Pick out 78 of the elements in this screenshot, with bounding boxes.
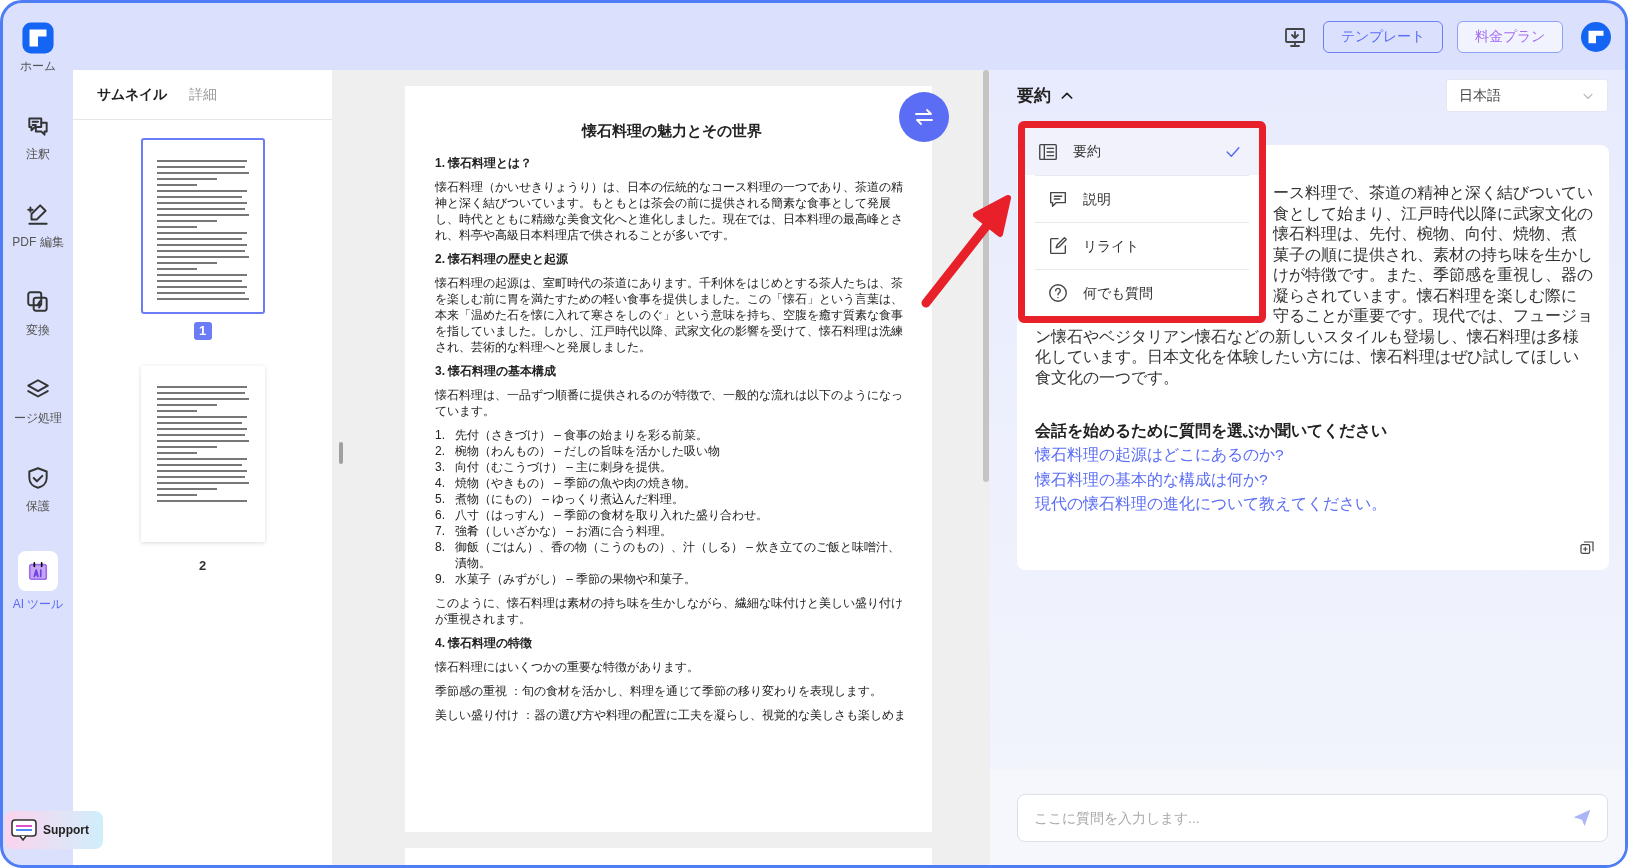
language-select[interactable]: 日本語	[1446, 79, 1608, 112]
summary-line: 食文化の一つです。	[1035, 367, 1179, 388]
mode-selector[interactable]: 要約	[1017, 79, 1075, 112]
panel-tab[interactable]: サムネイル	[97, 84, 167, 105]
question-icon	[1047, 282, 1069, 304]
paragraph: 懐石料理（かいせきりょうり）は、日本の伝統的なコース料理の一つであり、茶道の精神と深く結びついています。もともとは茶会の前に提供される簡素な食事として発展し、時代とともに精緻な美食文化へと進化しました。現在では、日本料理の最高峰とされ、料亭や高級日本料理店で供されることが多いです。	[435, 178, 904, 243]
rail-item[interactable]: 変換	[25, 279, 51, 367]
list-item-text: 先付（さきづけ） – 食事の始まりを彩る前菜。	[455, 426, 709, 443]
swap-button[interactable]	[899, 92, 949, 142]
paragraph: 懐石料理にはいくつかの重要な特徴があります。	[435, 658, 700, 675]
paragraph: 懐石料理の起源は、室町時代の茶道にあります。千利休をはじめとする茶人たちは、茶を楽しむ前に胃を満たすための軽い食事を提供しました。この「懐石」という言葉は、本来「温めた石を懐に入れて寒さをしのぐ」という意味を持ち、空腹を癒す質素な食事を指していました。しかし、江戸時代以降、武家文化の影響を受けて、懐石料理は洗練され、芸術的な料理へと発展しました。	[435, 274, 904, 355]
menu-item[interactable]: 何でも質問	[1035, 269, 1249, 316]
list-item-text: 焼物（やきもの） – 季節の魚や肉の焼き物。	[455, 474, 697, 491]
menu-item[interactable]: 要約	[1025, 128, 1259, 175]
list-item-text: 向付（むこうづけ） – 主に刺身を提供。	[455, 458, 673, 475]
list-item-text: 強肴（しいざかな） – お酒に合う料理。	[455, 522, 673, 539]
template-button[interactable]: テンプレート	[1323, 20, 1443, 53]
page-thumbnail[interactable]	[140, 138, 265, 314]
section-heading: 4. 懐石料理の特徴	[435, 634, 534, 651]
list-number: 8.	[435, 538, 446, 556]
section-heading: 3. 懐石料理の基本構成	[435, 362, 558, 379]
summary-line: 守ることが重要です。現代では、フュージョ	[1273, 306, 1593, 326]
rail-item[interactable]: PDF 編集	[12, 191, 64, 279]
list-number: 7.	[435, 522, 446, 539]
question-input[interactable]: ここに質問を入力します...	[1017, 794, 1608, 842]
section-heading: 2. 懐石料理の歴史と起源	[435, 250, 570, 267]
list-number: 2.	[435, 442, 446, 459]
paragraph: 美しい盛り付け ：器の選び方や料理の配置に工夫を凝らし、視覚的な美しさも楽しめま	[435, 706, 908, 723]
list-item-text: 椀物（わんもの） – だしの旨味を活かした吸い物	[455, 442, 721, 459]
ai-icon	[27, 560, 49, 582]
logo-icon[interactable]	[1581, 21, 1611, 52]
list-number: 3.	[435, 458, 446, 475]
summary-line: ン懐石やベジタリアン懐石などの新しいスタイルも登場し、懐石料理は多様	[1035, 326, 1579, 347]
suggestion-link[interactable]: 懐石料理の基本的な構成は何か?	[1035, 467, 1268, 492]
suggestion-link[interactable]: 懐石料理の起源はどこにあるのか?	[1035, 443, 1284, 468]
section-heading: 1. 懐石料理とは？	[435, 154, 534, 171]
copy-icon	[1579, 540, 1595, 556]
suggestion-link[interactable]: 現代の懐石料理の進化について教えてください。	[1035, 492, 1387, 517]
menu-item[interactable]: リライト	[1035, 222, 1249, 269]
page-number: 1	[193, 322, 212, 340]
summary-line: 凝らされています。懐石料理を楽しむ際に	[1273, 285, 1577, 306]
summary-line: けが特徴です。また、季節感を重視し、器の	[1273, 265, 1593, 285]
summary-line: 食として始まり、江戸時代以降に武家文化の	[1273, 203, 1593, 224]
rail-item[interactable]: ージ処理	[14, 367, 62, 455]
list-item-text: 八寸（はっすん） – 季節の食材を取り入れた盛り合わせ。	[455, 506, 769, 523]
paragraph: このように、懐石料理は素材の持ち味を生かしながら、繊細な味付けと美しい盛り付けが重視されます。	[435, 594, 904, 627]
rail-item[interactable]: 保護	[25, 455, 51, 543]
logo-icon	[21, 21, 55, 55]
rail-item[interactable]: AI ツール	[12, 543, 64, 631]
summary-line: 化しています。日本文化を体験したい方には、懐石料理はぜひ試してほしい	[1035, 347, 1579, 367]
list-number: 6.	[435, 506, 446, 523]
summary-line: 懐石料理は、先付、椀物、向付、焼物、煮	[1273, 224, 1577, 244]
summary-line: ース料理で、茶道の精神と深く結びついてい	[1273, 183, 1593, 203]
chat-icon	[11, 818, 37, 842]
pricing-button[interactable]: 料金プラン	[1457, 20, 1563, 53]
list-item-text: 煮物（にもの） – ゆっくり煮込んだ料理。	[455, 490, 685, 507]
list-item-text: 御飯（ごはん）、香の物（こうのもの）、汁（しる） – 炊き立てのご飯と味噌汁、漬物。	[455, 538, 902, 571]
list-item-text: 水菓子（みずがし） – 季節の果物や和菓子。	[455, 570, 697, 587]
list-number: 1.	[435, 426, 446, 443]
paragraph: 懐石料理は、一品ずつ順番に提供されるのが特徴で、一般的な流れは以下のようになっています。	[435, 386, 904, 419]
summary-line: 菓子の順に提供され、素材の持ち味を生かし	[1273, 244, 1593, 265]
document-title: 懐石料理の魅力とその世界	[580, 121, 763, 141]
rail-item[interactable]: ホーム	[20, 19, 56, 103]
support-button[interactable]: Support	[5, 811, 103, 849]
menu-item[interactable]: 説明	[1035, 175, 1249, 222]
paragraph: 季節感の重視 ：旬の食材を活かし、料理を通じて季節の移り変わりを表現します。	[435, 682, 884, 699]
prompt-heading: 会話を始めるために質問を選ぶか聞いてください	[1035, 421, 1388, 441]
resize-handle[interactable]	[339, 442, 343, 464]
list-number: 9.	[435, 570, 446, 587]
rail-item[interactable]: 注釈	[25, 103, 51, 191]
shield-icon	[25, 465, 51, 491]
page-number: 2	[198, 557, 207, 575]
pen-icon	[25, 201, 51, 227]
page-thumbnail[interactable]	[140, 366, 265, 542]
list-number: 4.	[435, 474, 446, 491]
list-number: 5.	[435, 490, 446, 507]
convert-icon	[25, 289, 51, 315]
edit-icon	[1047, 235, 1069, 257]
